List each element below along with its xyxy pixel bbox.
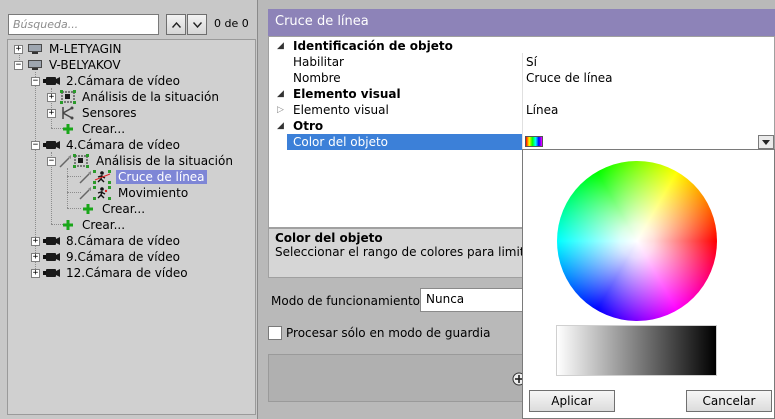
guard-mode-label: Procesar sólo en modo de guardia bbox=[286, 326, 491, 340]
collapse-triangle-icon[interactable]: ◢ bbox=[277, 89, 284, 99]
match-count: 0 de 0 bbox=[214, 17, 249, 30]
chevron-up-icon bbox=[171, 21, 181, 28]
line-crossing-icon bbox=[79, 170, 113, 184]
expand-icon[interactable]: + bbox=[31, 268, 40, 278]
tree-item-camera-4[interactable]: − 4.Cámara de vídeo bbox=[31, 137, 182, 153]
tree-item-camera-8[interactable]: + 8.Cámara de vídeo bbox=[31, 233, 182, 249]
property-row-object-color[interactable]: Color del objeto bbox=[269, 134, 774, 150]
color-swatch[interactable] bbox=[525, 136, 543, 147]
camera-icon bbox=[43, 234, 61, 248]
camera-icon bbox=[43, 250, 61, 264]
plus-icon bbox=[59, 218, 77, 232]
plus-icon bbox=[59, 122, 77, 136]
color-dropdown-button[interactable] bbox=[758, 135, 774, 149]
plus-icon bbox=[79, 202, 97, 216]
tree-item-camera-12[interactable]: + 12.Cámara de vídeo bbox=[31, 265, 190, 281]
category-identification[interactable]: ◢ Identificación de objeto bbox=[269, 38, 774, 54]
tree-item-m-letyagin[interactable]: + M-LETYAGIN bbox=[14, 41, 124, 57]
collapse-icon[interactable]: − bbox=[31, 76, 40, 86]
expand-icon[interactable]: + bbox=[31, 252, 40, 262]
property-row-enable[interactable]: Habilitar Sí bbox=[269, 54, 774, 70]
chevron-down-icon bbox=[192, 21, 202, 28]
brightness-gradient[interactable] bbox=[556, 325, 717, 376]
tree-item-motion[interactable]: Movimiento bbox=[79, 185, 190, 201]
dropdown-arrow-icon bbox=[762, 139, 770, 145]
tree-item-sensors[interactable]: + Sensores bbox=[47, 105, 139, 121]
camera-icon bbox=[43, 266, 61, 280]
collapse-icon[interactable]: − bbox=[31, 140, 40, 150]
color-picker-popup: Aplicar Cancelar bbox=[522, 149, 775, 419]
collapse-triangle-icon[interactable]: ◢ bbox=[277, 121, 284, 131]
apply-button[interactable]: Aplicar bbox=[529, 390, 615, 412]
tree-item-camera-2[interactable]: − 2.Cámara de vídeo bbox=[31, 73, 182, 89]
category-other[interactable]: ◢ Otro bbox=[269, 118, 774, 134]
collapse-triangle-icon[interactable]: ◢ bbox=[277, 41, 284, 51]
tree-item-create-2[interactable]: Crear... bbox=[79, 201, 147, 217]
category-visual-element[interactable]: ◢ Elemento visual bbox=[269, 86, 774, 102]
search-input[interactable] bbox=[8, 14, 159, 35]
motion-icon bbox=[79, 186, 113, 200]
camera-icon bbox=[43, 74, 61, 88]
tree-item-line-crossing[interactable]: Cruce de línea bbox=[79, 169, 207, 185]
tree-item-create-3[interactable]: Crear... bbox=[47, 217, 127, 233]
collapse-icon[interactable]: − bbox=[47, 156, 56, 166]
mode-label: Modo de funcionamiento bbox=[271, 294, 421, 308]
collapse-icon[interactable]: − bbox=[14, 60, 23, 70]
panel-header: Cruce de línea bbox=[268, 9, 775, 36]
computer-icon bbox=[26, 58, 44, 72]
tree-item-v-belyakov[interactable]: − V-BELYAKOV bbox=[14, 57, 123, 73]
analysis-icon bbox=[59, 90, 77, 104]
color-wheel[interactable] bbox=[557, 161, 717, 321]
expand-icon[interactable]: + bbox=[31, 236, 40, 246]
property-row-visual-element[interactable]: ▷ Elemento visual Línea bbox=[269, 102, 774, 118]
tree-item-situation-analysis[interactable]: + Análisis de la situación bbox=[47, 89, 221, 105]
mode-select[interactable]: Nunca bbox=[420, 288, 530, 312]
panel-title: Cruce de línea bbox=[275, 14, 369, 29]
property-row-name[interactable]: Nombre Cruce de línea bbox=[269, 70, 774, 86]
expand-icon[interactable]: + bbox=[47, 92, 56, 102]
expand-icon[interactable]: + bbox=[47, 108, 56, 118]
tree-item-camera-9[interactable]: + 9.Cámara de vídeo bbox=[31, 249, 182, 265]
previous-match-button[interactable] bbox=[166, 14, 186, 35]
analysis-icon bbox=[59, 154, 91, 168]
device-tree: + M-LETYAGIN − V-BELYAKOV − 2.Cámara de … bbox=[7, 39, 256, 415]
expand-triangle-icon[interactable]: ▷ bbox=[277, 105, 284, 115]
camera-icon bbox=[43, 138, 61, 152]
next-match-button[interactable] bbox=[187, 14, 207, 35]
computer-icon bbox=[26, 42, 44, 56]
expand-icon[interactable]: + bbox=[14, 44, 23, 54]
cancel-button[interactable]: Cancelar bbox=[686, 390, 772, 412]
guard-mode-checkbox[interactable] bbox=[268, 326, 282, 340]
sensor-icon bbox=[59, 106, 77, 120]
tree-item-situation-analysis-2[interactable]: − Análisis de la situación bbox=[47, 153, 235, 169]
tree-item-create[interactable]: Crear... bbox=[47, 121, 127, 137]
device-tree-panel: 0 de 0 + M-LETYAGIN − V-BELYAKOV bbox=[0, 0, 258, 419]
